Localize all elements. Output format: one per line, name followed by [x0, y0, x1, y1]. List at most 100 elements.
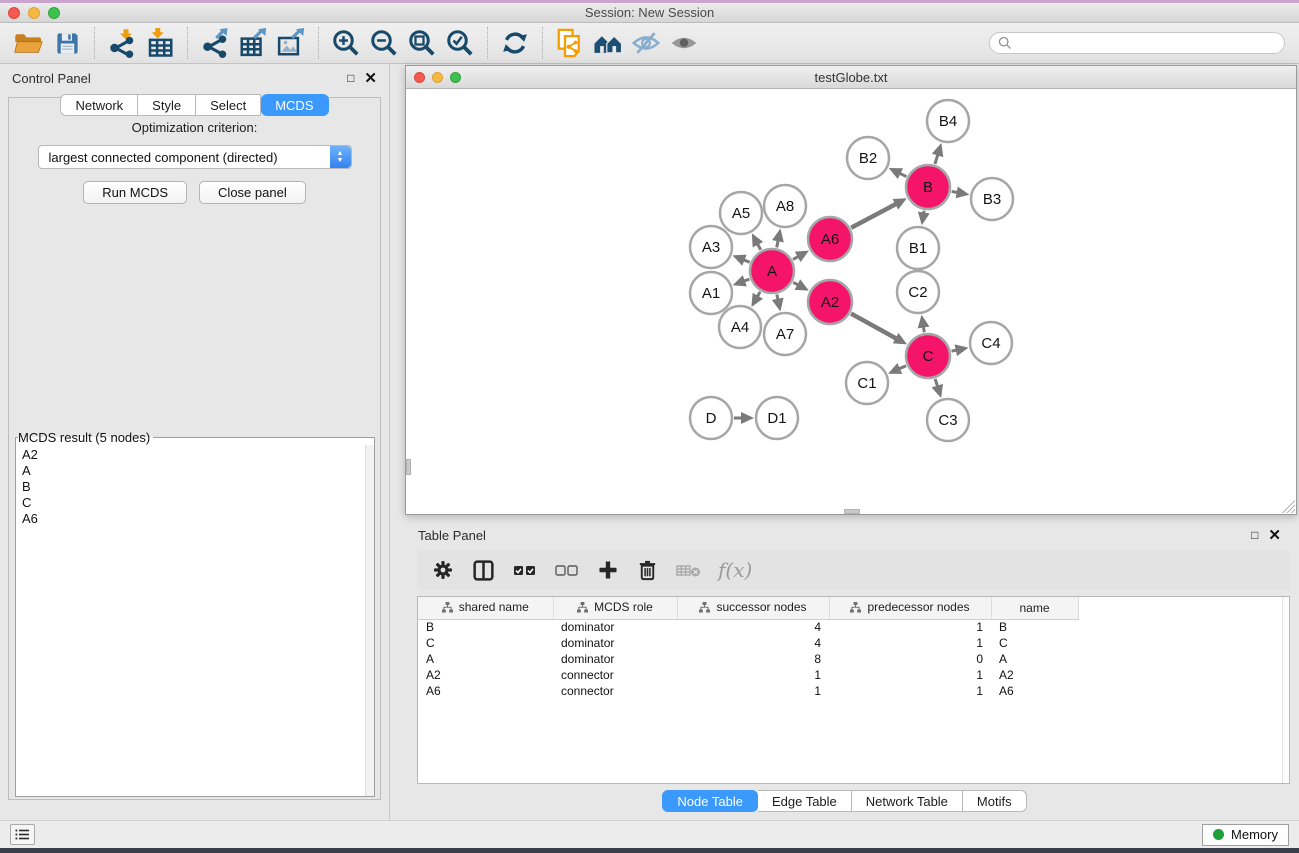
close-panel-icon[interactable]: ✕ — [364, 71, 377, 86]
graph-node-C[interactable]: C — [906, 334, 950, 378]
table-cell[interactable]: B — [991, 619, 1078, 635]
table-cell[interactable]: dominator — [553, 635, 677, 651]
float-panel-icon[interactable]: □ — [1251, 529, 1258, 541]
import-network-button[interactable] — [103, 26, 141, 60]
delete-column-button[interactable] — [636, 558, 659, 582]
graph-node-A4[interactable]: A4 — [719, 306, 761, 348]
table-settings-button[interactable] — [431, 558, 455, 582]
show-columns-button[interactable] — [471, 558, 496, 583]
close-button[interactable] — [8, 7, 20, 19]
new-network-from-selection-button[interactable] — [551, 26, 589, 60]
table-cell[interactable]: B — [418, 619, 553, 635]
table-cell[interactable]: C — [991, 635, 1078, 651]
graph-node-C3[interactable]: C3 — [927, 399, 969, 441]
table-cell[interactable]: 0 — [829, 651, 991, 667]
graph-edge-C-C2[interactable] — [923, 326, 924, 333]
graph-edge-B-B2[interactable] — [899, 173, 907, 177]
table-cell[interactable]: A6 — [991, 683, 1078, 699]
export-table-button[interactable] — [234, 26, 272, 60]
tab-select[interactable]: Select — [196, 94, 261, 116]
list-item[interactable]: A — [22, 463, 374, 479]
table-cell[interactable]: A6 — [418, 683, 553, 699]
table-cell[interactable]: C — [418, 635, 553, 651]
tab-network[interactable]: Network — [60, 94, 138, 116]
table-cell[interactable]: 1 — [677, 683, 829, 699]
show-all-button[interactable] — [665, 26, 703, 60]
tab-network-table[interactable]: Network Table — [852, 790, 963, 812]
graph-edge-A-A3[interactable] — [743, 259, 750, 262]
export-image-button[interactable] — [272, 26, 310, 60]
table-cell[interactable]: 4 — [677, 635, 829, 651]
graph-node-C2[interactable]: C2 — [897, 271, 939, 313]
table-row[interactable]: A6connector11A6 — [418, 683, 1289, 699]
table-row[interactable]: Adominator80A — [418, 651, 1289, 667]
graph-node-D1[interactable]: D1 — [756, 397, 798, 439]
first-neighbors-button[interactable] — [589, 26, 627, 60]
column-header-predecessor-nodes[interactable]: predecessor nodes — [829, 597, 991, 619]
zoom-fit-button[interactable] — [403, 26, 441, 60]
list-item[interactable]: B — [22, 479, 374, 495]
result-scrollbar[interactable] — [365, 445, 374, 796]
graph-node-B1[interactable]: B1 — [897, 227, 939, 269]
zoom-selected-button[interactable] — [441, 26, 479, 60]
table-row[interactable]: Bdominator41B — [418, 619, 1289, 635]
column-header-mcds-role[interactable]: MCDS role — [553, 597, 677, 619]
search-input[interactable] — [1017, 36, 1276, 50]
tab-style[interactable]: Style — [138, 94, 196, 116]
list-item[interactable]: C — [22, 495, 374, 511]
horizontal-scroll-thumb[interactable] — [844, 509, 860, 514]
graph-edge-A-A5[interactable] — [757, 243, 761, 250]
task-history-button[interactable] — [10, 824, 35, 845]
graph-node-A8[interactable]: A8 — [764, 185, 806, 227]
graph-edge-C-C3[interactable] — [935, 379, 938, 388]
table-cell[interactable]: dominator — [553, 651, 677, 667]
graph-node-A[interactable]: A — [750, 249, 794, 293]
table-cell[interactable]: 4 — [677, 619, 829, 635]
graph-node-B3[interactable]: B3 — [971, 178, 1013, 220]
graph-node-A3[interactable]: A3 — [690, 226, 732, 268]
tab-node-table[interactable]: Node Table — [662, 790, 758, 812]
float-panel-icon[interactable]: □ — [347, 72, 354, 84]
table-cell[interactable]: A — [418, 651, 553, 667]
unselect-all-columns-button[interactable] — [554, 560, 580, 580]
table-cell[interactable]: 1 — [677, 667, 829, 683]
graph-edge-A-A6[interactable] — [793, 256, 799, 259]
graph-edge-C-C4[interactable] — [952, 350, 958, 351]
list-item[interactable]: A6 — [22, 511, 374, 527]
save-session-button[interactable] — [48, 26, 86, 60]
table-cell[interactable]: A2 — [418, 667, 553, 683]
table-scrollbar[interactable] — [1282, 597, 1289, 783]
table-cell[interactable]: 8 — [677, 651, 829, 667]
export-network-button[interactable] — [196, 26, 234, 60]
vertical-scroll-thumb[interactable] — [406, 459, 411, 475]
network-canvas[interactable]: B4B2BB3B1A5A8A6A3AA1A2C2A4A7C4CC1C3DD1 — [406, 89, 1296, 514]
graph-edge-B-B1[interactable] — [924, 211, 925, 215]
minimize-button[interactable] — [28, 7, 40, 19]
graph-node-B4[interactable]: B4 — [927, 100, 969, 142]
column-header-name[interactable]: name — [991, 597, 1078, 619]
zoom-button[interactable] — [450, 72, 461, 83]
create-column-button[interactable] — [596, 558, 620, 582]
graph-node-B2[interactable]: B2 — [847, 137, 889, 179]
function-builder-button[interactable]: f(x) — [718, 558, 752, 582]
tab-motifs[interactable]: Motifs — [963, 790, 1027, 812]
resize-grip[interactable] — [1281, 499, 1295, 513]
graph-edge-B-B4[interactable] — [935, 154, 938, 164]
hide-selected-button[interactable] — [627, 26, 665, 60]
graph-edge-A-A7[interactable] — [777, 295, 778, 301]
table-cell[interactable]: dominator — [553, 619, 677, 635]
import-table-button[interactable] — [141, 26, 179, 60]
graph-edge-B-B3[interactable] — [952, 191, 959, 192]
graph-node-A6[interactable]: A6 — [808, 217, 852, 261]
table-cell[interactable]: A2 — [991, 667, 1078, 683]
graph-edge-A6-B[interactable] — [851, 203, 897, 227]
table-cell[interactable]: 1 — [829, 619, 991, 635]
graph-edge-A-A8[interactable] — [777, 239, 779, 247]
select-all-columns-button[interactable] — [512, 560, 538, 580]
graph-node-D[interactable]: D — [690, 397, 732, 439]
graph-edge-A2-C[interactable] — [851, 314, 897, 340]
apply-layout-button[interactable] — [496, 26, 534, 60]
graph-edge-C-C1[interactable] — [898, 366, 906, 370]
table-cell[interactable]: 1 — [829, 635, 991, 651]
tab-edge-table[interactable]: Edge Table — [758, 790, 852, 812]
